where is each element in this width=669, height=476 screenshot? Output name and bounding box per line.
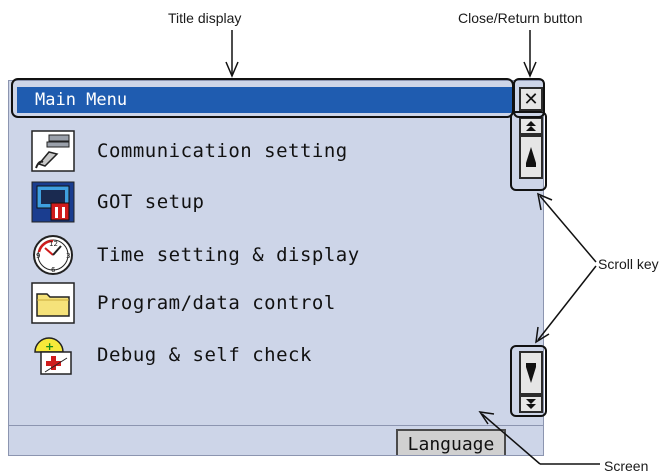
menu-item-time-setting[interactable]: 12 3 6 9 Time setting & display (31, 233, 501, 277)
svg-text:6: 6 (51, 266, 56, 274)
got-setup-icon (31, 181, 75, 223)
menu-item-got-setup[interactable]: GOT setup (31, 180, 501, 224)
menu-item-label: Debug & self check (97, 344, 312, 366)
callout-screen: Screen (604, 458, 649, 474)
menu-item-communication[interactable]: Communication setting (31, 129, 501, 173)
svg-text:+: + (45, 340, 54, 353)
svg-text:12: 12 (49, 240, 58, 248)
debug-icon: + (31, 334, 75, 376)
close-return-button[interactable]: ✕ (519, 87, 543, 111)
menu-item-label: Program/data control (97, 292, 336, 314)
scroll-page-up-button[interactable] (519, 135, 543, 179)
clock-icon: 12 3 6 9 (31, 234, 75, 276)
communication-icon (31, 130, 75, 172)
down-arrow-icon (526, 363, 536, 383)
menu-item-label: Communication setting (97, 140, 348, 162)
up-arrow-icon (526, 147, 536, 167)
scroll-page-down-button[interactable] (519, 351, 543, 395)
svg-text:3: 3 (66, 252, 70, 260)
scroll-to-top-button[interactable] (519, 117, 543, 135)
scroll-to-bottom-button[interactable] (519, 395, 543, 413)
double-up-arrow-icon (526, 121, 536, 131)
callout-title-display: Title display (168, 10, 242, 26)
footer-divider (9, 425, 543, 426)
menu-item-program-data[interactable]: Program/data control (31, 281, 501, 325)
folder-icon (31, 282, 75, 324)
callout-close-return: Close/Return button (458, 10, 583, 26)
menu-item-label: Time setting & display (97, 244, 360, 266)
screen: Main Menu ✕ Communication setting GOT se… (8, 80, 544, 456)
svg-text:9: 9 (36, 252, 40, 260)
callout-scroll-key: Scroll key (598, 256, 659, 272)
menu-item-debug[interactable]: + Debug & self check (31, 333, 501, 377)
menu-item-label: GOT setup (97, 191, 205, 213)
title-bar: Main Menu (17, 87, 513, 113)
double-down-arrow-icon (526, 399, 536, 409)
language-button[interactable]: Language (396, 429, 506, 455)
